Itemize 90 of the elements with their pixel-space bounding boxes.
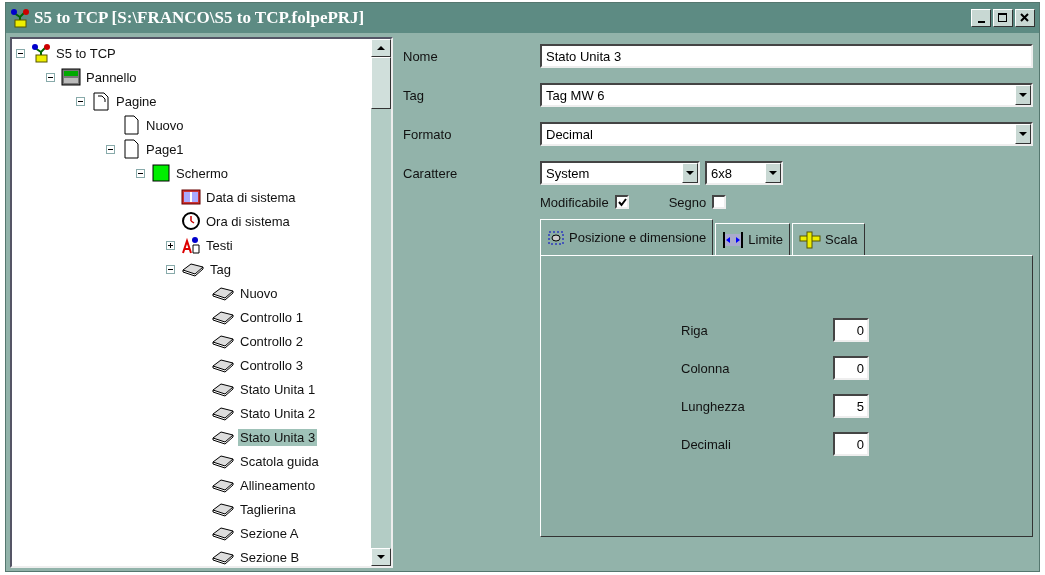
maximize-button[interactable] [993,9,1013,27]
tree-item[interactable]: Sezione B [238,548,302,566]
tag-icon [211,309,235,325]
tag-icon [211,381,235,397]
pages-icon [91,91,111,111]
checkbox[interactable] [614,195,629,209]
arrows-icon [722,230,745,249]
tree-item[interactable]: Stato Unita 2 [238,404,318,422]
tree-item[interactable]: Scatola guida [238,452,321,470]
collapse-toggle[interactable] [135,168,145,178]
tree-item[interactable]: Sezione A [238,524,301,542]
dropdown[interactable]: 6x8 [705,161,783,185]
collapse-toggle[interactable] [45,72,55,82]
checkbox-label: Modificabile [540,194,609,210]
tag-icon [211,477,235,493]
field-label: Colonna [681,360,731,376]
field-label: Lunghezza [681,398,746,414]
dropdown[interactable]: System [540,161,700,185]
expand-toggle[interactable] [165,240,175,250]
tree-item[interactable]: Ora di sistema [204,212,292,230]
tag-icon [211,357,235,373]
scroll-thumb[interactable] [371,57,391,109]
text-icon [181,235,201,255]
scrollbar[interactable] [371,39,391,566]
field-label: Formato [403,126,453,142]
tree-item[interactable]: Allineamento [238,476,318,494]
number-field[interactable]: 0 [833,318,869,342]
calendar-icon [181,187,201,207]
field-label: Riga [681,322,709,338]
minimize-icon [977,21,985,23]
tab[interactable]: Limite [715,223,790,255]
tree-item[interactable]: Data di sistema [204,188,298,206]
text-field[interactable]: Stato Unita 3 [540,44,1033,68]
tree-item[interactable]: Testi [204,236,235,254]
number-field[interactable]: 5 [833,394,869,418]
tree-item[interactable]: Stato Unita 1 [238,380,318,398]
dropdown[interactable]: Decimal [540,122,1033,146]
field-label: Nome [403,48,439,64]
number-field[interactable]: 0 [833,356,869,380]
tag-icon [211,501,235,517]
tree-item[interactable]: Pagine [114,92,159,110]
tree-item[interactable]: Tag [208,260,233,278]
tag-icon [211,525,235,541]
down-arrow-icon [377,554,385,560]
tree-item[interactable]: Page1 [144,140,186,158]
page-icon [121,139,141,159]
up-arrow-icon [377,45,385,51]
tag-icon [211,549,235,565]
tag-icon [211,405,235,421]
tree-item[interactable]: Controllo 3 [238,356,305,374]
tree-item[interactable]: Taglierina [238,500,298,518]
page-icon [121,115,141,135]
field-label: Carattere [403,165,459,181]
tree-item[interactable]: Controllo 2 [238,332,305,350]
tag-icon [211,429,235,445]
project-icon [31,43,51,63]
move-icon [547,229,565,246]
tree-item[interactable]: S5 to TCP [54,44,118,62]
tag-icon [211,333,235,349]
field-label: Decimali [681,436,732,452]
tree-item[interactable]: Pannello [84,68,139,86]
clock-icon [181,211,201,231]
tree-item[interactable]: Nuovo [144,116,186,134]
field-label: Tag [403,87,425,103]
tab[interactable]: Scala [792,223,865,255]
ruler-icon [799,230,821,249]
window-title: S5 to TCP [S:\FRANCO\S5 to TCP.folpePRJ] [34,8,366,28]
checkbox-label: Segno [668,194,707,210]
minimize-button[interactable] [971,9,991,27]
close-icon [1020,13,1030,23]
checkbox[interactable] [712,195,727,209]
collapse-toggle[interactable] [165,264,175,274]
tree-item[interactable]: Stato Unita 3 [238,428,318,446]
collapse-toggle[interactable] [15,48,25,58]
tag-icon [181,261,205,277]
number-field[interactable]: 0 [833,432,869,456]
maximize-icon [998,13,1008,23]
project-icon [10,8,30,28]
tree-item[interactable]: Schermo [174,164,231,182]
panel-icon [61,67,81,87]
tree-item[interactable]: Nuovo [238,284,280,302]
tag-icon [211,453,235,469]
collapse-toggle[interactable] [105,144,115,154]
dropdown[interactable]: Tag MW 6 [540,83,1033,107]
tag-icon [211,285,235,301]
screen-icon [151,163,171,183]
collapse-toggle[interactable] [75,96,85,106]
close-button[interactable] [1015,9,1035,27]
tree-item[interactable]: Controllo 1 [238,308,305,326]
tab[interactable]: Posizione e dimensione [540,219,714,255]
